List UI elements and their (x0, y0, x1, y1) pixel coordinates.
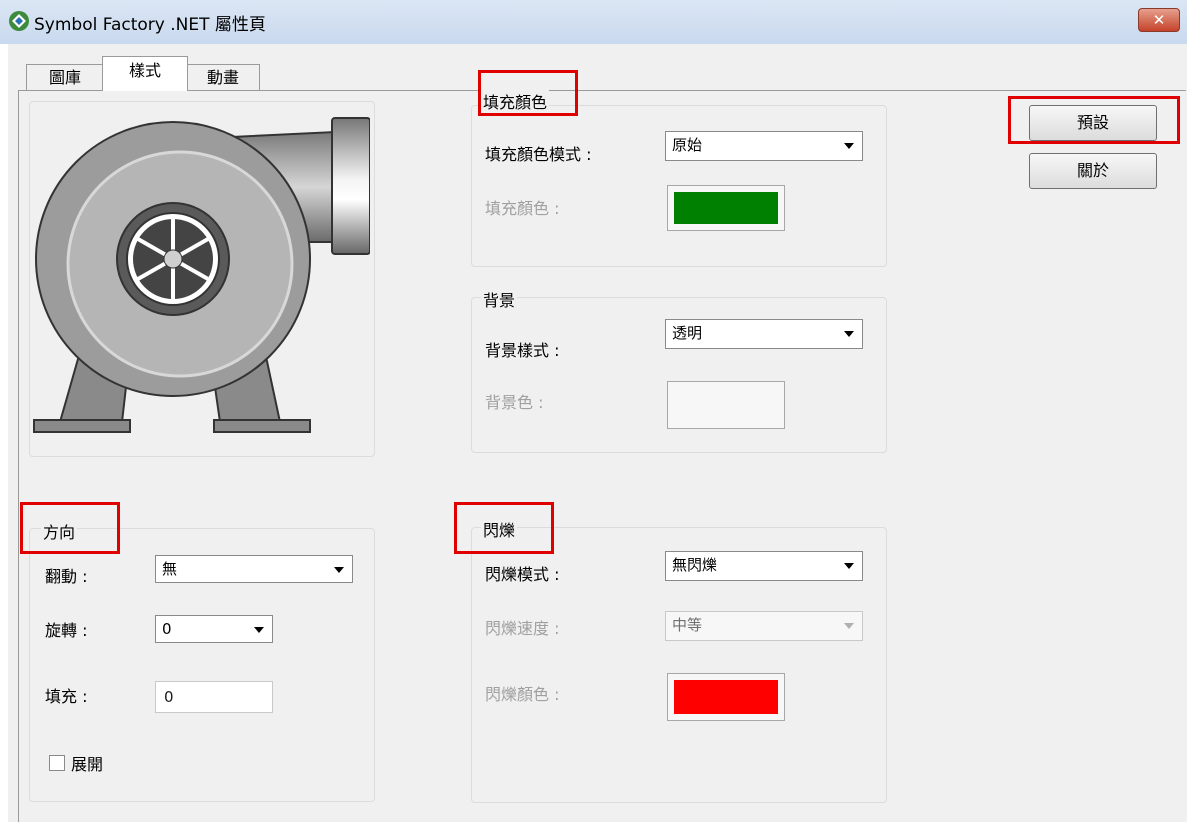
rotate-label: 旋轉 : (45, 621, 88, 640)
background-style-dropdown[interactable]: 透明 (665, 319, 863, 349)
blink-mode-value: 無閃爍 (672, 556, 718, 574)
symbol-preview (29, 101, 375, 457)
blink-mode-dropdown[interactable]: 無閃爍 (665, 551, 863, 581)
chevron-down-icon (844, 623, 854, 629)
blink-group-title: 閃爍 (481, 517, 518, 541)
fill-input-value: 0 (164, 688, 174, 706)
close-button[interactable]: ✕ (1138, 8, 1180, 32)
title-bar: Symbol Factory .NET 屬性頁 ✕ (0, 0, 1187, 44)
background-style-label: 背景樣式 : (485, 341, 560, 360)
tab-style[interactable]: 樣式 (102, 56, 188, 91)
fill-color-group-title: 填充顏色 (481, 89, 550, 113)
about-button[interactable]: 關於 (1029, 153, 1157, 189)
chevron-down-icon (844, 143, 854, 149)
tab-animation[interactable]: 動畫 (186, 64, 260, 90)
fill-color-mode-label: 填充顏色模式 : (485, 145, 592, 164)
blink-color-label: 閃爍顏色 : (485, 685, 560, 704)
close-icon: ✕ (1152, 11, 1166, 29)
background-color-label: 背景色 : (485, 393, 544, 412)
chevron-down-icon (844, 563, 854, 569)
window-title: Symbol Factory .NET 屬性頁 (34, 15, 266, 35)
chevron-down-icon (334, 567, 344, 573)
background-color-swatch[interactable] (667, 381, 785, 429)
tab-animation-label: 動畫 (206, 68, 239, 87)
fill-color-sample (674, 192, 778, 224)
style-tab-panel: 填充顏色 填充顏色模式 : 原始 填充顏色 : 背景 背景樣式 : 透明 背景色… (18, 89, 1186, 822)
rotate-value: 0 (162, 620, 172, 638)
fill-color-swatch[interactable] (667, 185, 785, 231)
expand-checkbox[interactable] (49, 755, 65, 771)
blink-speed-value: 中等 (672, 616, 703, 634)
blink-mode-label: 閃爍模式 : (485, 565, 560, 584)
flip-label: 翻動 : (45, 567, 88, 586)
tab-style-label: 樣式 (128, 61, 161, 80)
rotate-dropdown[interactable]: 0 (155, 615, 273, 643)
background-style-value: 透明 (672, 324, 703, 342)
blink-color-sample (674, 680, 778, 714)
about-button-label: 關於 (1076, 161, 1109, 180)
chevron-down-icon (254, 627, 264, 633)
tab-library[interactable]: 圖庫 (26, 64, 104, 90)
fill-color-mode-value: 原始 (672, 136, 703, 154)
tab-library-label: 圖庫 (48, 68, 81, 87)
fill-color-label: 填充顏色 : (485, 199, 560, 218)
background-group-title: 背景 (481, 287, 518, 311)
expand-label: 展開 (71, 755, 104, 774)
flip-dropdown[interactable]: 無 (155, 555, 353, 583)
fill-input[interactable]: 0 (155, 681, 273, 713)
blink-speed-dropdown[interactable]: 中等 (665, 611, 863, 641)
chevron-down-icon (844, 331, 854, 337)
fill-color-mode-dropdown[interactable]: 原始 (665, 131, 863, 161)
blink-color-swatch[interactable] (667, 673, 785, 721)
default-button[interactable]: 預設 (1029, 105, 1157, 141)
flip-value: 無 (162, 560, 178, 578)
direction-group-title: 方向 (41, 519, 78, 543)
property-page-window: 圖庫 樣式 動畫 填充顏色 填充顏色模式: 原始 填充顏色: 背景 背景樣式… (8, 44, 1187, 822)
default-button-label: 預設 (1076, 113, 1109, 132)
app-logo-icon (9, 11, 29, 31)
fill-label: 填充 : (45, 687, 88, 706)
blink-speed-label: 閃爍速度 : (485, 619, 560, 638)
centrifugal-blower-icon (33, 117, 371, 433)
